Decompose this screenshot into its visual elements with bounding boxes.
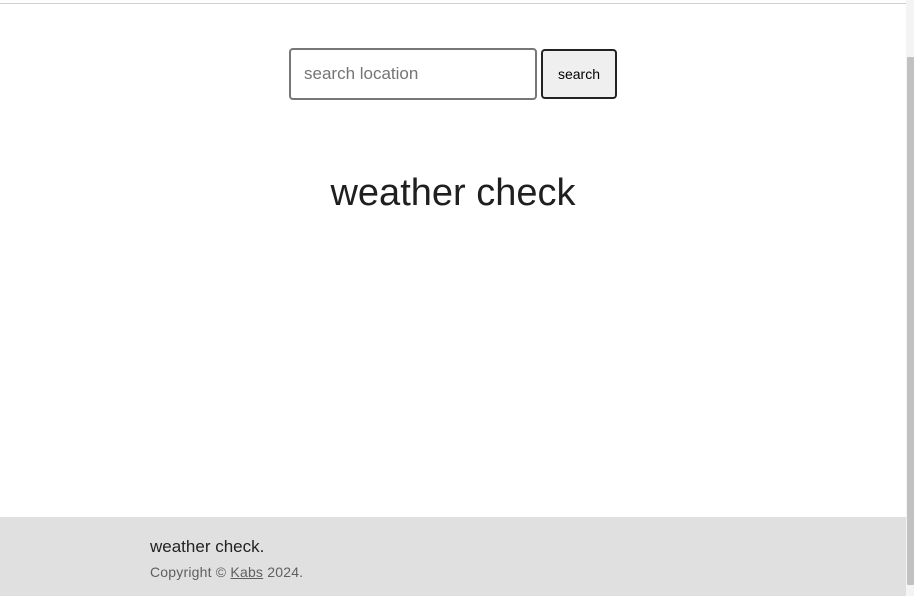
search-bar: search: [289, 48, 617, 100]
page-title: weather check: [330, 172, 576, 214]
top-divider: [0, 0, 906, 4]
search-input[interactable]: [289, 48, 537, 100]
author-link[interactable]: Kabs: [230, 564, 263, 580]
scrollbar-thumb[interactable]: [907, 57, 914, 585]
browser-viewport: search weather check weather check. Copy…: [0, 0, 914, 596]
footer-brand: weather check.: [150, 537, 265, 556]
copyright-prefix: Copyright ©: [150, 564, 227, 580]
copyright-year: 2024.: [267, 564, 304, 580]
footer-copyright: Copyright © Kabs 2024.: [150, 563, 303, 581]
footer: weather check. Copyright © Kabs 2024.: [0, 517, 906, 596]
vertical-scrollbar[interactable]: [906, 0, 914, 596]
search-button[interactable]: search: [541, 49, 617, 99]
page-content: search weather check: [0, 0, 906, 517]
